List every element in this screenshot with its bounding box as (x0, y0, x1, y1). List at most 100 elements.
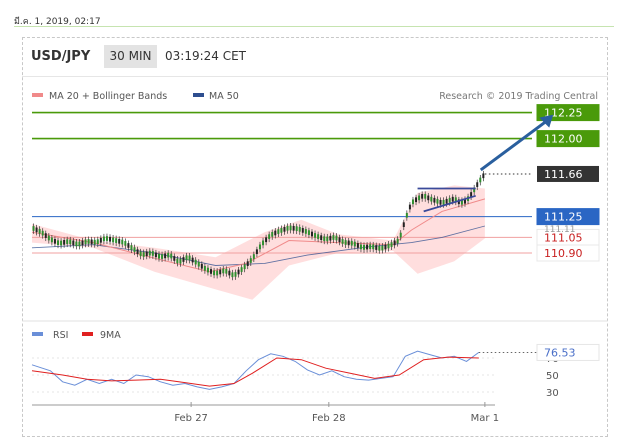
candle-body (329, 235, 332, 241)
candle-body (78, 241, 81, 247)
candle-body (200, 263, 203, 269)
candle-body (304, 229, 307, 234)
candle-body (356, 243, 359, 248)
candle-body (41, 230, 44, 236)
candle-body (124, 241, 127, 246)
candle-body (298, 227, 301, 232)
candle-body (268, 234, 271, 239)
candle-body (274, 230, 277, 236)
candle-body (225, 268, 228, 274)
candle-body (350, 240, 353, 246)
chart-svg: MA 20 + Bollinger Bands MA 50 Research ©… (22, 91, 608, 424)
candle-body (53, 238, 56, 244)
candle-body (90, 239, 93, 245)
candle-body (378, 245, 381, 251)
candle-body (335, 235, 338, 241)
candle-body (102, 236, 105, 242)
candle-body (326, 236, 329, 242)
candle-body (375, 245, 378, 250)
x-tick-label: Mar 1 (471, 413, 499, 424)
candle-body (87, 239, 90, 244)
candle-body (418, 195, 421, 201)
candle-body (249, 258, 252, 263)
ma9-legend-label: 9MA (100, 330, 121, 341)
rsi-line (31, 350, 480, 390)
candle-body (99, 237, 102, 243)
candle-body (332, 235, 335, 240)
candle-body (216, 270, 219, 276)
candle-body (63, 240, 66, 245)
candle-body (424, 193, 427, 199)
candle-body (439, 199, 442, 205)
candle-body (384, 244, 387, 250)
candle-body (206, 267, 209, 273)
candle-body (255, 249, 258, 255)
candle-body (213, 270, 216, 276)
level-label-112-00: 112.00 (544, 133, 583, 146)
candle-body (292, 225, 295, 231)
candle-body (430, 196, 433, 202)
candle-body (96, 239, 99, 244)
candle-body (115, 238, 118, 243)
candle-body (130, 245, 133, 250)
candle-body (179, 258, 182, 264)
candle-body (286, 225, 289, 231)
x-tick-label: Feb 28 (312, 413, 346, 424)
candle-body (176, 258, 179, 264)
candle-body (295, 226, 298, 231)
candle-body (93, 239, 96, 245)
candle-body (240, 267, 243, 272)
candle-body (243, 264, 246, 270)
level-label-110-90: 110.90 (544, 247, 583, 260)
candle-body (148, 250, 151, 256)
candle-body (289, 225, 292, 231)
rsi-ma9-line (31, 356, 479, 387)
candle-body (448, 197, 451, 203)
candle-body (363, 245, 366, 250)
candle-body (411, 199, 414, 205)
candle-body (393, 240, 396, 246)
candle-body (112, 237, 115, 243)
candle-body (280, 228, 283, 233)
level-label-111-25: 111.25 (544, 211, 583, 224)
candle-body (154, 252, 157, 258)
candle-body (228, 270, 231, 276)
candle-body (341, 239, 344, 244)
candle-body (402, 222, 405, 227)
candle-body (405, 212, 408, 218)
candle-body (445, 198, 448, 204)
candle-body (222, 268, 225, 274)
candle-body (75, 241, 78, 247)
candle-body (310, 231, 313, 237)
ma20-legend-swatch (32, 93, 43, 97)
candle-body (338, 237, 341, 243)
price-pane: 112.25112.00111.25111.05110.90111.11111.… (31, 104, 600, 300)
candle-body (408, 204, 411, 210)
candle-body (197, 261, 200, 267)
candle-body (246, 261, 249, 266)
candle-body (442, 199, 445, 205)
candle-body (323, 236, 326, 242)
candle-body (167, 252, 170, 258)
candle-body (136, 249, 139, 255)
candle-body (173, 256, 176, 261)
candle-body (121, 239, 124, 245)
candle-body (421, 193, 424, 199)
candle-body (142, 252, 145, 257)
candle-body (35, 227, 38, 233)
candle-body (252, 254, 255, 259)
candle-body (271, 232, 274, 237)
candle-body (182, 257, 185, 262)
candle-body (69, 239, 72, 245)
rsi-tick-label: 50 (546, 371, 559, 382)
credit-label: Research © 2019 Trading Central (439, 91, 598, 102)
candle-body (265, 237, 268, 243)
rsi-legend-label: RSI (53, 330, 68, 341)
candle-body (427, 195, 430, 201)
rsi-legend-swatch (32, 332, 43, 336)
candle-body (433, 197, 436, 203)
candle-body (185, 255, 188, 261)
candle-body (38, 228, 41, 234)
candle-body (234, 272, 237, 277)
rsi-current-label: 76.53 (544, 346, 576, 359)
